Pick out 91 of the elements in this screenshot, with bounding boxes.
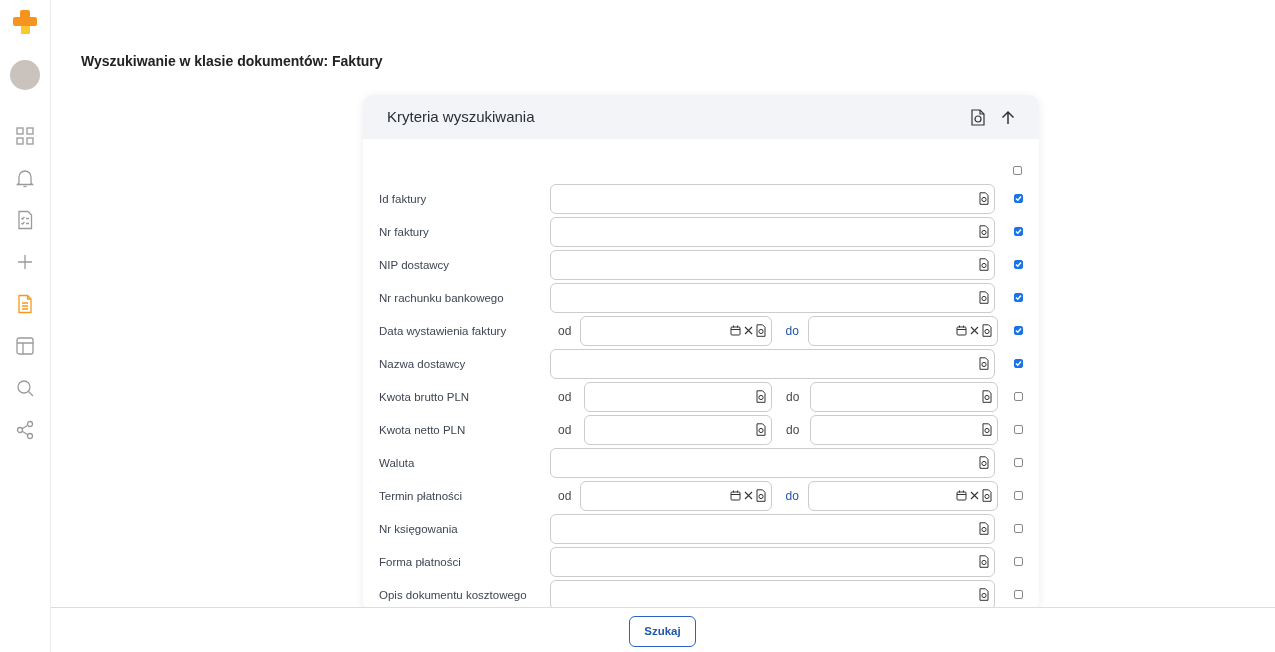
input-field[interactable] [550,249,996,280]
input-field[interactable] [550,546,996,577]
clear-icon[interactable] [970,491,979,500]
plus-icon[interactable] [15,252,35,272]
input-field[interactable] [810,381,998,412]
document-refresh-icon[interactable] [756,423,766,436]
field-label: Waluta [379,456,416,472]
input-field[interactable] [580,315,772,346]
checkbox[interactable] [1014,260,1023,269]
layout-icon[interactable] [15,336,35,356]
document-refresh-icon[interactable] [979,225,990,238]
input-field[interactable] [810,414,998,445]
field-label: Nr faktury [379,225,430,241]
document-refresh-icon[interactable] [979,258,990,271]
field-label: Nr księgowania [379,522,459,538]
checkbox[interactable] [1014,293,1023,302]
document-refresh-icon[interactable] [755,324,766,337]
checkbox[interactable] [1014,194,1023,203]
checkbox[interactable] [1014,458,1023,467]
calendar-icon[interactable] [956,490,967,501]
clear-icon[interactable] [743,326,753,335]
checkbox[interactable] [1014,227,1023,236]
share-icon[interactable] [15,420,35,440]
input-field[interactable] [550,513,996,544]
range-to-label: do [785,388,801,406]
field-label: Nazwa dostawcy [379,357,467,373]
arrow-up-icon[interactable] [1001,109,1015,125]
input-field[interactable] [550,348,996,379]
calendar-icon[interactable] [729,325,741,336]
search-icon[interactable] [15,378,35,398]
document-refresh-icon[interactable] [982,423,992,436]
clear-icon[interactable] [970,326,979,335]
checkbox[interactable] [1014,326,1023,335]
range-from-label: od [557,388,573,406]
input-field[interactable] [807,480,998,511]
document-refresh-icon[interactable] [982,390,992,403]
field-label: Kwota netto PLN [379,423,467,439]
field-label: Id faktury [379,192,428,208]
range-to-label: do [785,421,801,439]
checkbox[interactable] [1014,392,1023,401]
field-label: Opis dokumentu kosztowego [379,588,528,604]
checkbox[interactable] [1013,166,1022,175]
document-refresh-icon[interactable] [979,588,990,601]
field-label: Termin płatności [379,489,464,505]
range-from-label: od [557,487,573,505]
input-field[interactable] [550,447,996,478]
search-button[interactable]: Szukaj [629,616,696,647]
document-refresh-icon[interactable] [979,555,990,568]
field-label: Forma płatności [379,555,462,571]
bell-icon[interactable] [15,168,35,188]
checkbox[interactable] [1014,524,1023,533]
input-field[interactable] [584,381,772,412]
checkbox[interactable] [1014,557,1023,566]
input-field[interactable] [550,282,996,313]
range-to-label: do [784,322,800,340]
clear-icon[interactable] [743,491,753,500]
checkbox[interactable] [1014,425,1023,434]
input-field[interactable] [807,315,998,346]
grid-icon[interactable] [15,126,35,146]
field-label: Data wystawienia faktury [379,324,508,340]
range-from-label: od [557,421,573,439]
input-field[interactable] [550,216,996,247]
input-field[interactable] [550,579,996,607]
document-refresh-icon[interactable] [979,291,990,304]
document-refresh-icon[interactable] [971,108,985,126]
input-field[interactable] [550,183,996,214]
field-label: Nr rachunku bankowego [379,291,505,307]
page-title: Wyszukiwanie w klasie dokumentów: Faktury [81,52,383,71]
field-label: Kwota brutto PLN [379,390,471,406]
checkbox[interactable] [1014,359,1023,368]
field-label: NIP dostawcy [379,258,451,274]
document-refresh-icon[interactable] [982,489,992,502]
range-to-label: do [784,487,800,505]
document-refresh-icon[interactable] [979,522,990,535]
panel-title: Kryteria wyszukiwania [387,106,535,127]
document-icon[interactable] [15,294,35,314]
document-refresh-icon[interactable] [979,357,990,370]
logo-icon[interactable] [11,8,39,36]
document-refresh-icon[interactable] [756,390,766,403]
calendar-icon[interactable] [956,325,967,336]
calendar-icon[interactable] [729,490,741,501]
input-field[interactable] [584,414,772,445]
input-field[interactable] [580,480,772,511]
document-refresh-icon[interactable] [755,489,766,502]
checklist-document-icon[interactable] [15,210,35,230]
checkbox[interactable] [1014,491,1023,500]
range-from-label: od [557,322,573,340]
document-refresh-icon[interactable] [979,192,990,205]
checkbox[interactable] [1014,590,1023,599]
document-refresh-icon[interactable] [979,456,990,469]
document-refresh-icon[interactable] [982,324,992,337]
